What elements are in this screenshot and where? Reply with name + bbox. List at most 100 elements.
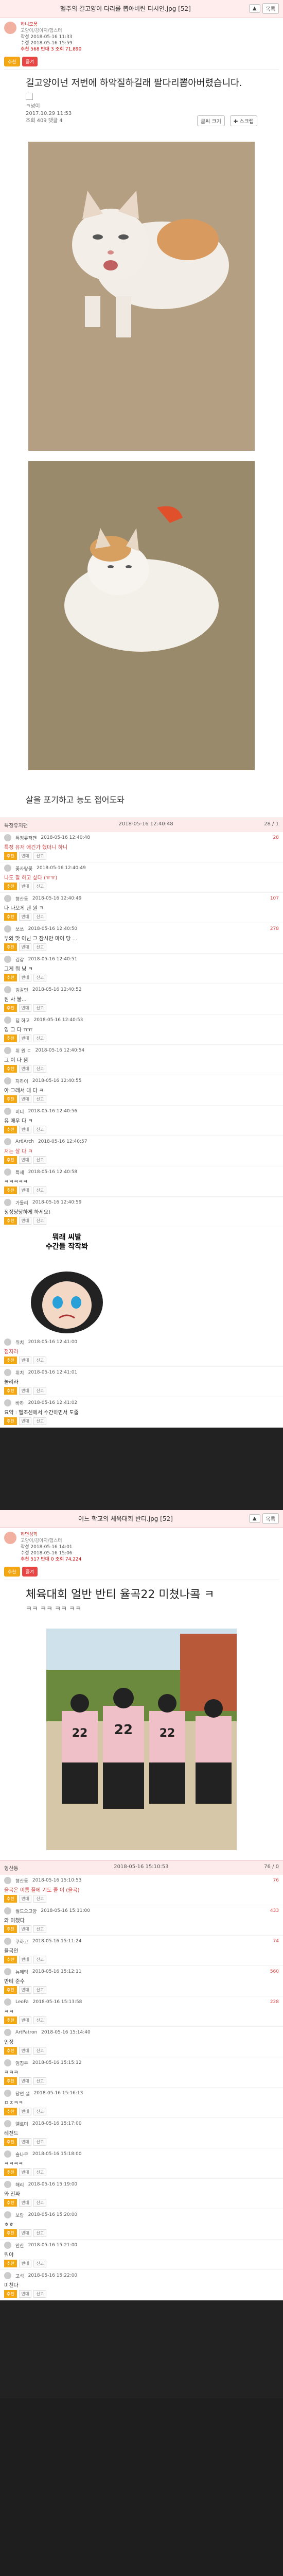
font-size-button[interactable]: 글씨 크기 <box>197 115 225 126</box>
comment-report-button[interactable]: 신고 <box>33 1387 47 1395</box>
comment-avatar[interactable] <box>4 1108 11 1115</box>
comment-avatar[interactable] <box>4 1077 11 1084</box>
comment-avatar[interactable] <box>4 1168 11 1176</box>
comment-author[interactable]: 보람 <box>15 2212 24 2218</box>
comment-oppose-button[interactable]: 반대 <box>19 1956 32 1963</box>
comment-author[interactable]: 바하 <box>15 1400 24 1406</box>
comment-report-button[interactable]: 신고 <box>33 2290 47 2298</box>
comment-recommend-button[interactable]: 추천 <box>4 1217 17 1225</box>
comment-author[interactable]: 쏘쏘 <box>15 926 24 933</box>
comment-recommend-button[interactable]: 추천 <box>4 1986 17 1994</box>
comment-report-button[interactable]: 신고 <box>33 2199 47 2207</box>
comment-avatar[interactable] <box>4 1047 11 1054</box>
comment-avatar[interactable] <box>4 1199 11 1206</box>
comment-oppose-button[interactable]: 반대 <box>19 2108 32 2115</box>
comment-avatar[interactable] <box>4 834 11 841</box>
comment-report-button[interactable]: 신고 <box>33 2047 47 2055</box>
comment-author[interactable]: 뉴메틱 <box>15 1969 28 1975</box>
comment-oppose-button[interactable]: 반대 <box>19 2016 32 2024</box>
comment-oppose-button[interactable]: 반대 <box>19 1925 32 1933</box>
comment-author[interactable]: LeoFa <box>15 1999 29 2005</box>
comment-author[interactable]: 자하이 <box>15 1078 28 1084</box>
comment-author[interactable]: 꽃사랑꽃 <box>15 865 32 872</box>
comment-oppose-button[interactable]: 반대 <box>19 1187 32 1194</box>
comment-recommend-button[interactable]: 추천 <box>4 2168 17 2176</box>
comment-report-button[interactable]: 신고 <box>33 2016 47 2024</box>
comment-author[interactable]: 해리 <box>15 2181 24 2188</box>
comment-report-button[interactable]: 신고 <box>33 1895 47 1903</box>
comment-oppose-button[interactable]: 반대 <box>19 1895 32 1903</box>
comment-recommend-button[interactable]: 추천 <box>4 1126 17 1133</box>
comment-oppose-button[interactable]: 반대 <box>19 883 32 890</box>
comment-oppose-button[interactable]: 반대 <box>19 1065 32 1073</box>
comment-avatar[interactable] <box>4 2090 11 2097</box>
comment-avatar[interactable] <box>4 2272 11 2279</box>
comment-recommend-button[interactable]: 추천 <box>4 1925 17 1933</box>
comment-report-button[interactable]: 신고 <box>33 1417 47 1425</box>
comment-report-button[interactable]: 신고 <box>33 852 47 860</box>
comment-oppose-button[interactable]: 반대 <box>19 1217 32 1225</box>
comment-recommend-button[interactable]: 추천 <box>4 2138 17 2146</box>
comment-oppose-button[interactable]: 반대 <box>19 1986 32 1994</box>
comment-author[interactable]: Ar6Arch <box>15 1139 34 1144</box>
favorite-button[interactable]: 즐겨 <box>22 1567 38 1577</box>
author-name[interactable]: 하니모품 <box>21 22 81 28</box>
comment-recommend-button[interactable]: 추천 <box>4 913 17 921</box>
comment-recommend-button[interactable]: 추천 <box>4 2260 17 2267</box>
comment-oppose-button[interactable]: 반대 <box>19 1035 32 1042</box>
recommend-button[interactable]: 추천 <box>4 57 20 66</box>
comment-author[interactable]: 김갑 <box>15 956 24 963</box>
comment-avatar[interactable] <box>4 1399 11 1406</box>
comment-report-button[interactable]: 신고 <box>33 1187 47 1194</box>
comment-author[interactable]: 당연 설 <box>15 2090 30 2097</box>
comment-report-button[interactable]: 신고 <box>33 2260 47 2267</box>
comment-recommend-button[interactable]: 추천 <box>4 943 17 951</box>
comment-author[interactable]: 솔나무 <box>15 2151 28 2158</box>
comment-report-button[interactable]: 신고 <box>33 943 47 951</box>
comment-author[interactable]: 특정유저팬 <box>15 835 37 841</box>
comment-avatar[interactable] <box>4 1338 11 1346</box>
comment-author[interactable]: 형산동 <box>4 1864 19 1872</box>
list-button[interactable]: 목록 <box>262 1513 279 1524</box>
comment-recommend-button[interactable]: 추천 <box>4 1156 17 1164</box>
comment-avatar[interactable] <box>4 1877 11 1884</box>
comment-report-button[interactable]: 신고 <box>33 1035 47 1042</box>
comment-recommend-button[interactable]: 추천 <box>4 2016 17 2024</box>
author-name[interactable]: 하면성혁 <box>21 1532 81 1538</box>
comment-avatar[interactable] <box>4 2059 11 2066</box>
comment-recommend-button[interactable]: 추천 <box>4 2077 17 2085</box>
comment-avatar[interactable] <box>4 1998 11 2006</box>
comment-report-button[interactable]: 신고 <box>33 2077 47 2085</box>
comment-oppose-button[interactable]: 반대 <box>19 2168 32 2176</box>
scroll-up-button[interactable]: ▲ <box>249 1514 260 1523</box>
avatar[interactable] <box>4 1532 16 1544</box>
comment-avatar[interactable] <box>4 1938 11 1945</box>
comment-recommend-button[interactable]: 추천 <box>4 2047 17 2055</box>
comment-author[interactable]: 가톨리 <box>15 1199 28 1206</box>
comment-avatar[interactable] <box>4 2242 11 2249</box>
comment-avatar[interactable] <box>4 865 11 872</box>
comment-recommend-button[interactable]: 추천 <box>4 2229 17 2237</box>
comment-oppose-button[interactable]: 반대 <box>19 2138 32 2146</box>
comment-recommend-button[interactable]: 추천 <box>4 2199 17 2207</box>
avatar[interactable] <box>4 22 16 34</box>
scroll-up-button[interactable]: ▲ <box>249 4 260 13</box>
list-button[interactable]: 목록 <box>262 3 279 14</box>
favorite-button[interactable]: 즐겨 <box>22 57 38 66</box>
comment-author[interactable]: 고석 <box>15 2273 24 2279</box>
comment-avatar[interactable] <box>4 925 11 933</box>
comment-author[interactable]: 위치 <box>15 1339 24 1346</box>
comment-author[interactable]: 형산동 <box>15 1877 28 1884</box>
comment-avatar[interactable] <box>4 2150 11 2158</box>
comment-recommend-button[interactable]: 추천 <box>4 1035 17 1042</box>
comment-author[interactable]: ArtPatron <box>15 2030 37 2035</box>
comment-avatar[interactable] <box>4 986 11 993</box>
comment-oppose-button[interactable]: 반대 <box>19 2260 32 2267</box>
comment-oppose-button[interactable]: 반대 <box>19 1387 32 1395</box>
comment-oppose-button[interactable]: 반대 <box>19 913 32 921</box>
comment-report-button[interactable]: 신고 <box>33 974 47 981</box>
comment-report-button[interactable]: 신고 <box>33 1126 47 1133</box>
comment-recommend-button[interactable]: 추천 <box>4 883 17 890</box>
comment-report-button[interactable]: 신고 <box>33 2138 47 2146</box>
comment-recommend-button[interactable]: 추천 <box>4 852 17 860</box>
